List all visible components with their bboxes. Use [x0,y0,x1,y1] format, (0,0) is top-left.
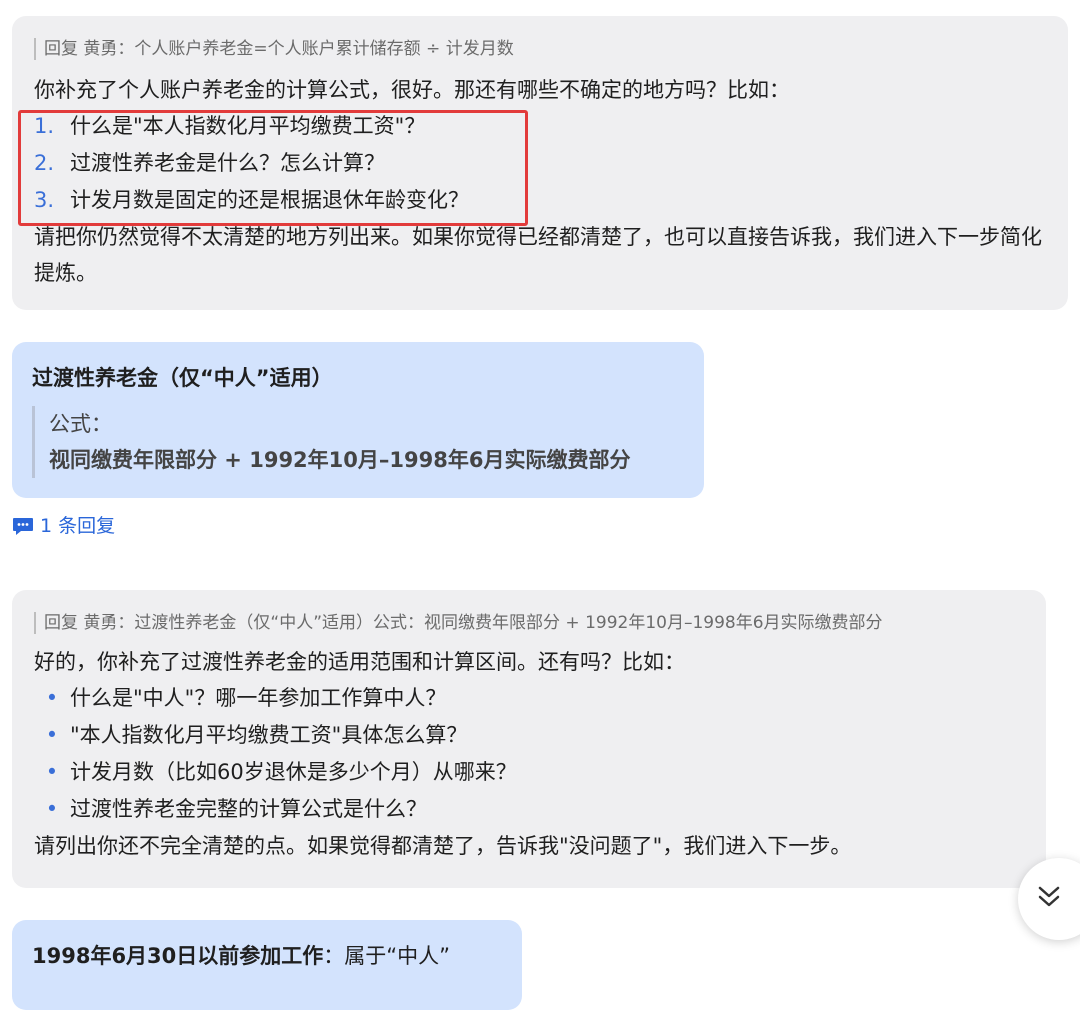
double-chevron-down-icon [1035,882,1063,916]
message-bold-text: 1998年6月30日以前参加工作 [32,944,324,968]
message-plain-text: ：属于“中人” [323,944,451,968]
formula-text: 视同缴费年限部分 + 1992年10月–1998年6月实际缴费部分 [49,448,631,472]
formula-label: 公式： [49,412,112,436]
message-title: 过渡性养老金（仅“中人”适用） [32,366,333,390]
message-text: 请列出你还不完全清楚的点。如果觉得都清楚了，告诉我"没问题了"，我们进入下一步。 [34,834,852,858]
user-message-bubble: 过渡性养老金（仅“中人”适用） 公式： 视同缴费年限部分 + 1992年10月–… [12,342,704,498]
user-message-bubble: 1998年6月30日以前参加工作：属于“中人” [12,920,522,1010]
reply-count-link[interactable]: 1 条回复 [12,512,115,540]
list-item: • 过渡性养老金完整的计算公式是什么？ [45,797,427,821]
bullet-list: • 什么是"中人"？哪一年参加工作算中人？ • "本人指数化月平均缴费工资"具体… [34,680,1024,828]
formula-quote-block: 公式： 视同缴费年限部分 + 1992年10月–1998年6月实际缴费部分 [32,406,684,478]
message-text: 请把你仍然觉得不太清楚的地方列出来。如果你觉得已经都清楚了，也可以直接告诉我，我… [34,225,1042,285]
reply-quote: 回复 黄勇：过渡性养老金（仅“中人”适用）公式：视同缴费年限部分 + 1992年… [34,612,1024,634]
message-text: 1998年6月30日以前参加工作：属于“中人” [32,938,502,974]
reply-quote: 回复 黄勇：个人账户养老金=个人账户累计储存额 ÷ 计发月数 [34,38,1046,60]
ai-message-bubble: 回复 黄勇：过渡性养老金（仅“中人”适用）公式：视同缴费年限部分 + 1992年… [12,590,1046,888]
list-item: • 计发月数（比如60岁退休是多少个月）从哪来？ [45,760,517,784]
comment-icon [12,515,34,537]
list-item: • "本人指数化月平均缴费工资"具体怎么算？ [45,723,468,747]
message-text: 你补充了个人账户养老金的计算公式，很好。那还有哪些不确定的地方吗？比如： [34,78,790,102]
list-item: • 什么是"中人"？哪一年参加工作算中人？ [45,686,447,710]
message-text: 好的，你补充了过渡性养老金的适用范围和计算区间。还有吗？比如： [34,650,685,674]
reply-count-label: 1 条回复 [40,515,116,537]
highlight-box [18,110,528,226]
